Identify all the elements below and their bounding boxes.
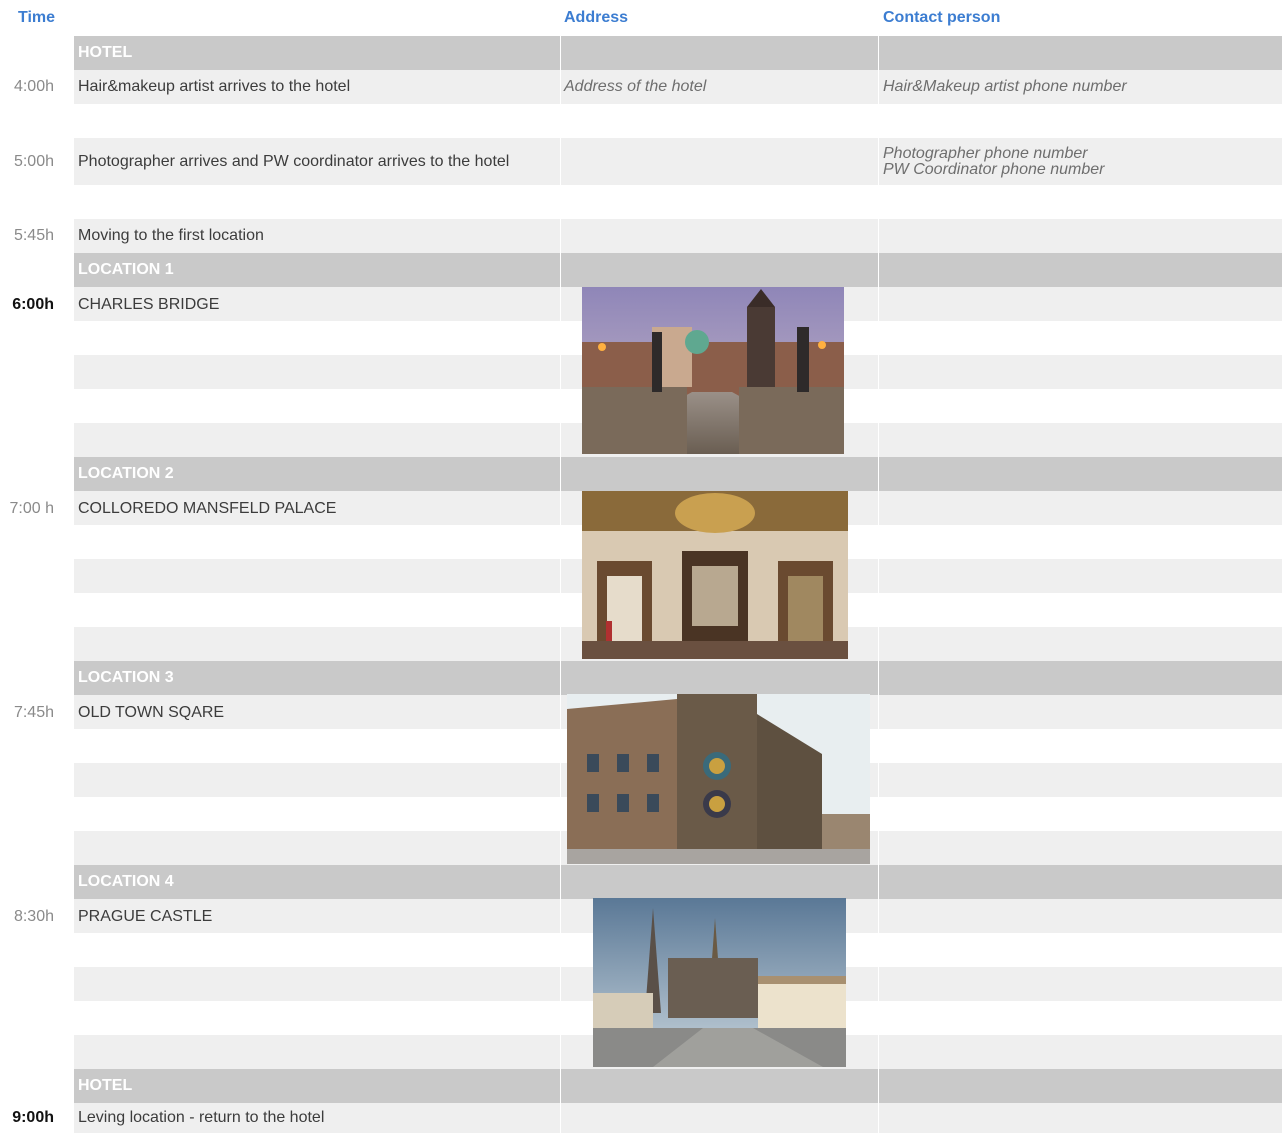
schedule-row-photographer: 5:00h Photographer arrives and PW coordi… xyxy=(0,138,1282,185)
row-time: 8:30h xyxy=(13,908,54,925)
section-title: LOCATION 1 xyxy=(74,253,560,287)
row-description: Photographer arrives and PW coordinator … xyxy=(74,138,560,185)
charles-bridge-photo xyxy=(582,287,844,454)
section-row-location-4: LOCATION 4 xyxy=(0,865,1282,899)
row-description: Hair&makeup artist arrives to the hotel xyxy=(74,70,560,104)
schedule-row-hair-makeup: 4:00h Hair&makeup artist arrives to the … xyxy=(0,70,1282,104)
photographer-phone: Photographer phone number xyxy=(883,144,1088,162)
old-town-square-photo xyxy=(567,694,870,864)
row-time: 7:45h xyxy=(13,704,54,721)
section-row-hotel-return: HOTEL xyxy=(0,1069,1282,1103)
row-time: 5:00h xyxy=(13,152,54,170)
row-description: Leving location - return to the hotel xyxy=(74,1103,560,1133)
address-column-header: Address xyxy=(564,9,629,26)
description-column-header xyxy=(74,0,560,36)
location-name: PRAGUE CASTLE xyxy=(74,899,560,933)
section-row-location-1: LOCATION 1 xyxy=(0,253,1282,287)
section-row-hotel: HOTEL xyxy=(0,36,1282,70)
section-row-location-3: LOCATION 3 xyxy=(0,661,1282,695)
colloredo-palace-photo xyxy=(582,491,848,659)
location-name: CHARLES BRIDGE xyxy=(74,287,560,321)
row-address: Address of the hotel xyxy=(561,70,878,104)
section-row-location-2: LOCATION 2 xyxy=(0,457,1282,491)
row-time: 7:00 h xyxy=(9,500,54,517)
schedule-row-moving: 5:45h Moving to the first location xyxy=(0,219,1282,253)
row-time: 5:45h xyxy=(13,227,54,244)
section-title: HOTEL xyxy=(74,36,560,70)
prague-castle-photo xyxy=(593,898,846,1067)
row-time: 9:00h xyxy=(12,1109,54,1126)
spacer-row xyxy=(0,104,1282,138)
contact-column-header: Contact person xyxy=(883,9,1001,26)
location-name: COLLOREDO MANSFELD PALACE xyxy=(74,491,560,525)
row-description: Moving to the first location xyxy=(74,219,560,253)
section-title: LOCATION 4 xyxy=(74,865,560,899)
section-title: HOTEL xyxy=(74,1069,560,1103)
schedule-sheet: Time Address Contact person HOTEL 4:00h … xyxy=(0,0,1282,1133)
location-name: OLD TOWN SQARE xyxy=(74,695,560,729)
time-column-header: Time xyxy=(17,9,56,26)
row-contact: Hair&Makeup artist phone number xyxy=(879,70,1282,104)
row-time: 4:00h xyxy=(13,78,54,95)
section-title: LOCATION 2 xyxy=(74,457,560,491)
row-time: 6:00h xyxy=(12,296,54,313)
section-title: LOCATION 3 xyxy=(74,661,560,695)
schedule-row-return: 9:00h Leving location - return to the ho… xyxy=(0,1103,1282,1133)
coordinator-phone: PW Coordinator phone number xyxy=(883,160,1105,178)
header-row: Time Address Contact person xyxy=(0,0,1282,36)
row-contact: Photographer phone number PW Coordinator… xyxy=(879,138,1282,185)
spacer-row xyxy=(0,185,1282,219)
